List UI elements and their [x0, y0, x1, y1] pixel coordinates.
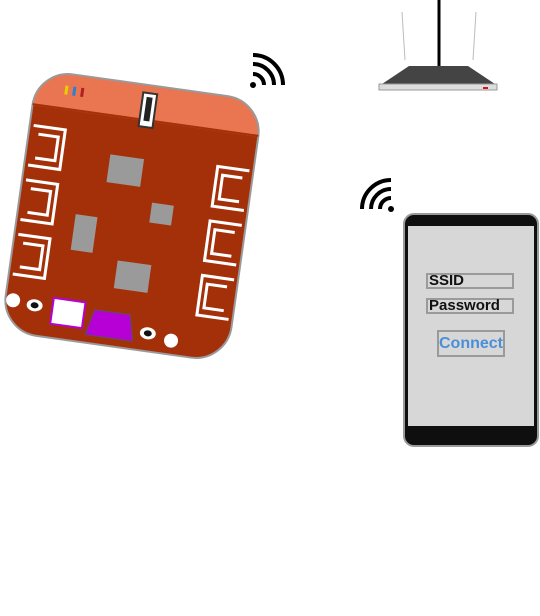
- wifi-signal-icon: [360, 178, 394, 212]
- microcontroller-board-icon: [0, 69, 264, 363]
- ssid-field[interactable]: SSID: [426, 272, 514, 289]
- ssid-label: SSID: [429, 272, 465, 289]
- connect-button[interactable]: Connect: [437, 330, 505, 357]
- password-field[interactable]: Password: [426, 297, 514, 314]
- phone-screen: SSID Password Connect: [404, 214, 538, 446]
- wifi-signal-icon: [250, 53, 285, 88]
- router-icon: [378, 0, 498, 91]
- password-label: Password: [429, 297, 500, 314]
